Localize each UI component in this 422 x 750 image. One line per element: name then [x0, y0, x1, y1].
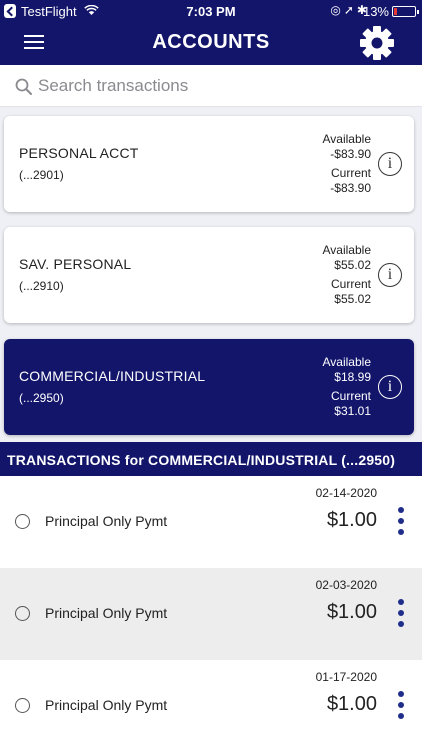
info-icon[interactable]: i [378, 263, 402, 287]
transaction-row[interactable]: 01-17-2020 Principal Only Pymt $1.00 [0, 660, 422, 750]
current-balance: -$83.90 [330, 181, 371, 195]
transactions-header: TRANSACTIONS for COMMERCIAL/INDUSTRIAL (… [0, 442, 422, 476]
transaction-amount: $1.00 [326, 509, 377, 531]
transaction-row[interactable]: 02-03-2020 Principal Only Pymt $1.00 [0, 568, 422, 660]
battery-percent: 13% [362, 4, 389, 19]
info-icon[interactable]: i [378, 375, 402, 399]
transaction-date: 02-14-2020 [315, 486, 377, 500]
transaction-amount: $1.00 [326, 693, 377, 715]
account-number: (...2910) [19, 279, 64, 293]
account-number: (...2901) [19, 168, 64, 182]
search-icon [15, 78, 32, 95]
status-bar: TestFlight 7:03 PM ◎➚✱ 13% [0, 0, 422, 22]
transaction-date: 01-17-2020 [315, 670, 377, 684]
account-number: (...2950) [19, 391, 64, 405]
current-label: Current [330, 166, 371, 180]
available-label: Available [322, 243, 371, 257]
search-input[interactable] [38, 73, 408, 99]
account-card-commercial-industrial[interactable]: COMMERCIAL/INDUSTRIAL (...2950) Availabl… [4, 339, 414, 435]
transaction-row[interactable]: 02-14-2020 Principal Only Pymt $1.00 [0, 476, 422, 568]
search-bar [0, 65, 422, 107]
account-name: PERSONAL ACCT [19, 145, 139, 161]
transaction-date: 02-03-2020 [315, 578, 377, 592]
transaction-amount: $1.00 [326, 601, 377, 623]
available-label: Available [322, 355, 371, 369]
available-balance: $18.99 [334, 370, 371, 384]
account-name: SAV. PERSONAL [19, 256, 132, 272]
available-balance: -$83.90 [330, 147, 371, 161]
info-icon[interactable]: i [378, 152, 402, 176]
more-vertical-icon[interactable] [397, 507, 405, 535]
available-balance: $55.02 [334, 258, 371, 272]
transaction-description: Principal Only Pymt [45, 697, 168, 713]
account-name: COMMERCIAL/INDUSTRIAL [19, 368, 206, 384]
more-vertical-icon[interactable] [397, 599, 405, 627]
current-label: Current [330, 277, 371, 291]
radio-unchecked-icon[interactable] [15, 698, 30, 713]
account-balances: Available -$83.90 Current -$83.90 [323, 132, 371, 196]
current-balance: $31.01 [334, 404, 371, 418]
radio-unchecked-icon[interactable] [15, 606, 30, 621]
more-vertical-icon[interactable] [397, 691, 405, 719]
account-balances: Available $18.99 Current $31.01 [323, 355, 371, 419]
current-label: Current [330, 389, 371, 403]
radio-unchecked-icon[interactable] [15, 514, 30, 529]
transaction-description: Principal Only Pymt [45, 605, 168, 621]
gear-icon[interactable] [358, 24, 396, 62]
account-balances: Available $55.02 Current $55.02 [323, 243, 371, 307]
account-card-personal-acct[interactable]: PERSONAL ACCT (...2901) Available -$83.9… [4, 116, 414, 212]
available-label: Available [322, 132, 371, 146]
nav-bar: ACCOUNTS [0, 22, 422, 65]
account-card-sav-personal[interactable]: SAV. PERSONAL (...2910) Available $55.02… [4, 227, 414, 323]
battery-icon [392, 6, 419, 17]
transaction-description: Principal Only Pymt [45, 513, 168, 529]
accounts-list: PERSONAL ACCT (...2901) Available -$83.9… [0, 107, 422, 442]
current-balance: $55.02 [334, 292, 371, 306]
